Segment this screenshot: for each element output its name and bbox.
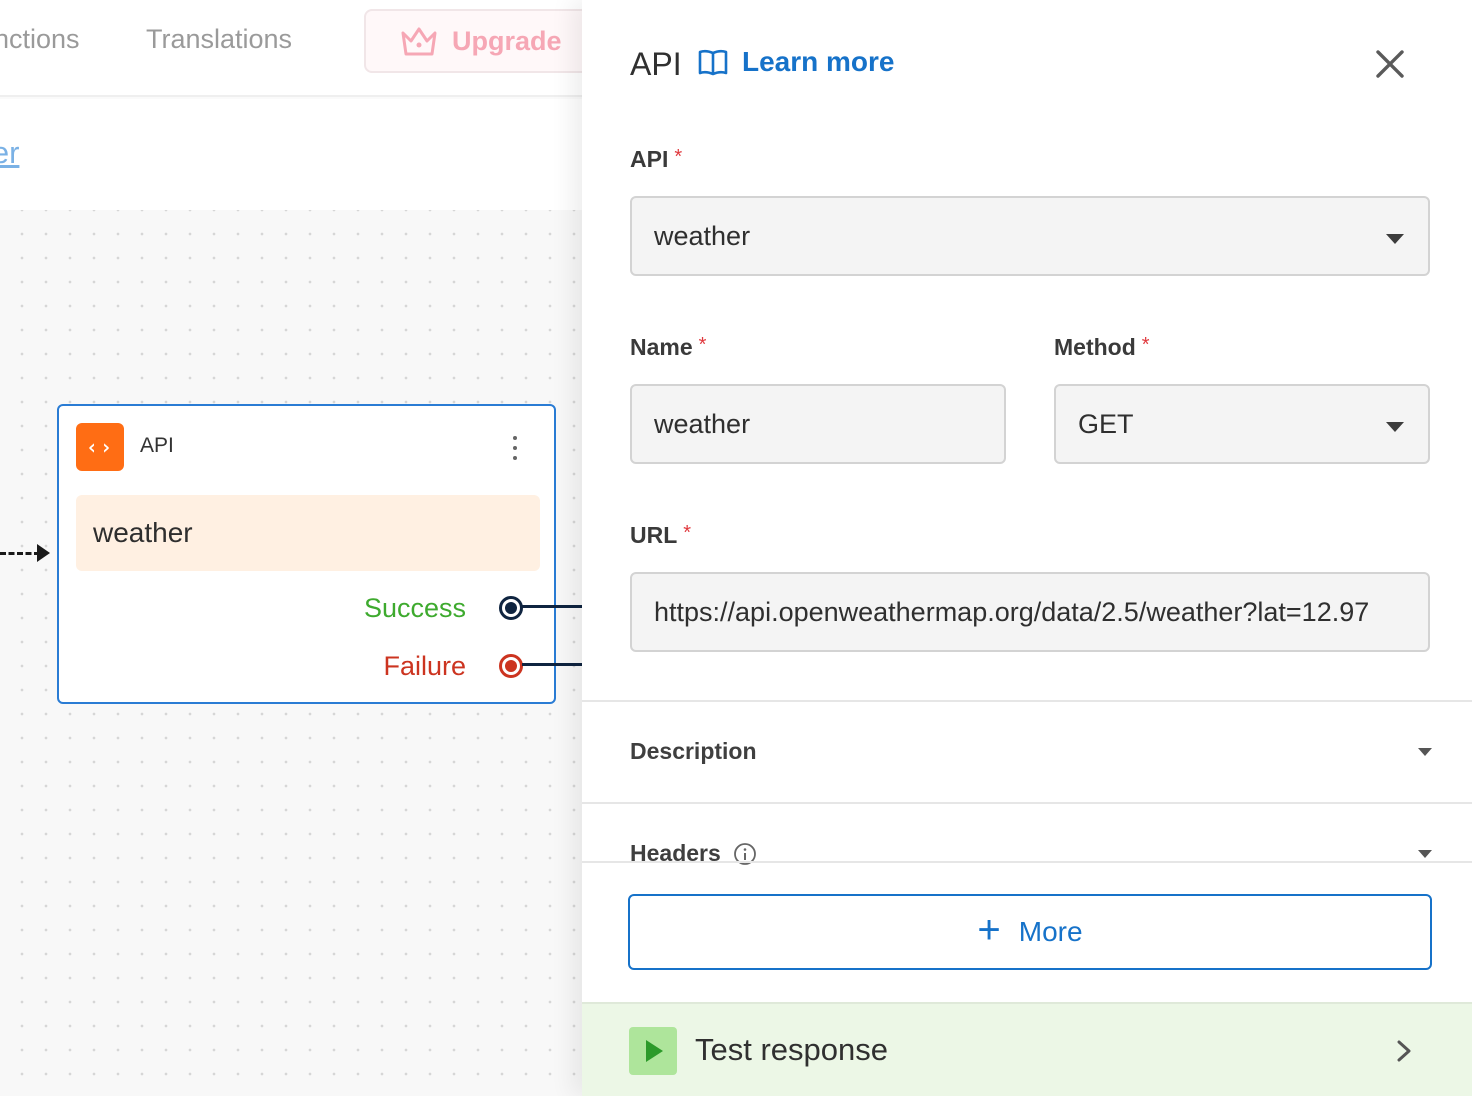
- name-input-value: weather: [654, 408, 751, 439]
- url-input-value: https://api.openweathermap.org/data/2.5/…: [654, 596, 1370, 627]
- api-settings-panel: API Learn more API * weather Name * weathe…: [582, 0, 1472, 1096]
- incoming-connector: [0, 552, 40, 555]
- top-nav: nctions Translations Upgrade: [0, 0, 582, 97]
- url-input[interactable]: https://api.openweathermap.org/data/2.5/…: [630, 572, 1430, 652]
- upgrade-button[interactable]: Upgrade: [364, 9, 582, 73]
- success-connector: [522, 605, 582, 608]
- method-select[interactable]: GET: [1054, 384, 1430, 464]
- plus-icon: +: [977, 908, 1001, 952]
- url-field-label: URL *: [630, 522, 692, 548]
- api-select[interactable]: weather: [630, 196, 1430, 276]
- breadcrumb-link[interactable]: ther: [0, 135, 19, 171]
- crown-icon: [401, 27, 437, 56]
- chevron-down-icon: [1386, 422, 1404, 432]
- api-node[interactable]: ‹› API weather Success Failure: [57, 404, 556, 704]
- outlet-failure-label: Failure: [383, 651, 466, 681]
- learn-more-label: Learn more: [742, 46, 895, 77]
- tab-translations[interactable]: Translations: [146, 24, 292, 55]
- name-input[interactable]: weather: [630, 384, 1006, 464]
- book-icon: [698, 49, 728, 76]
- failure-port[interactable]: [499, 654, 523, 678]
- node-type-label: API: [140, 434, 174, 457]
- method-select-value: GET: [1078, 408, 1134, 439]
- chevron-right-icon: [1397, 1040, 1411, 1062]
- breadcrumb: ther: [0, 99, 582, 210]
- api-select-value: weather: [654, 220, 751, 251]
- divider: [582, 700, 1472, 702]
- description-section-header[interactable]: Description: [630, 738, 757, 765]
- api-field-label: API *: [630, 146, 683, 172]
- code-icon: ‹›: [76, 423, 124, 471]
- upgrade-label: Upgrade: [452, 25, 562, 56]
- divider: [582, 802, 1472, 804]
- panel-title: API: [630, 46, 682, 82]
- test-response-label: Test response: [695, 1032, 888, 1067]
- outlet-success-label: Success: [363, 593, 466, 623]
- method-field-label: Method *: [1054, 334, 1150, 360]
- failure-connector: [522, 663, 582, 666]
- name-field-label: Name *: [630, 334, 707, 360]
- close-icon[interactable]: [1372, 46, 1408, 82]
- chevron-down-icon[interactable]: [1418, 850, 1432, 858]
- success-port[interactable]: [499, 596, 523, 620]
- more-button[interactable]: + More: [628, 894, 1432, 970]
- learn-more-link[interactable]: Learn more: [698, 46, 895, 78]
- divider: [582, 861, 1472, 863]
- chevron-down-icon: [1386, 234, 1404, 244]
- flow-builder: nctions Translations Upgrade ther ‹› API…: [0, 0, 582, 1096]
- node-name: weather: [76, 495, 540, 571]
- tab-functions[interactable]: nctions: [0, 24, 80, 55]
- test-response-bar[interactable]: Test response: [582, 1002, 1472, 1096]
- more-button-label: More: [1018, 916, 1083, 947]
- kebab-menu-icon[interactable]: [503, 428, 527, 468]
- chevron-down-icon[interactable]: [1418, 748, 1432, 756]
- play-icon: [629, 1027, 677, 1075]
- incoming-arrowhead: [37, 544, 50, 562]
